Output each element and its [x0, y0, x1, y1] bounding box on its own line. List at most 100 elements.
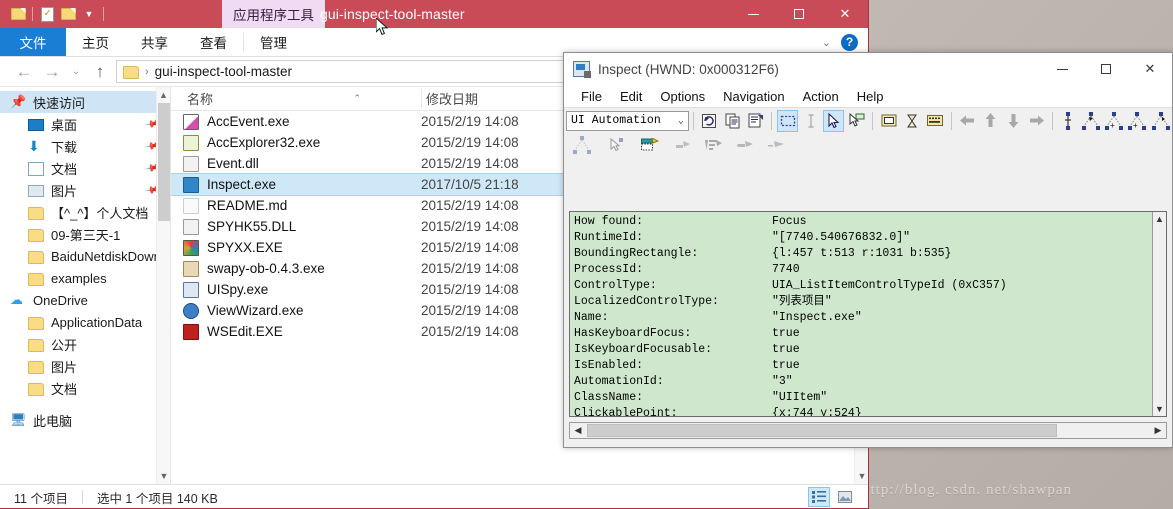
up-arrow-icon[interactable]: ↑: [88, 60, 112, 84]
sidebar-item-onedrive-pictures[interactable]: 图片: [0, 355, 170, 377]
tab-home[interactable]: 主页: [66, 28, 125, 56]
sidebar-item-public[interactable]: 公开: [0, 333, 170, 355]
nav-left-icon[interactable]: [957, 110, 978, 132]
sidebar-item-onedrive-documents[interactable]: 文档: [0, 377, 170, 399]
properties-icon[interactable]: [37, 4, 57, 24]
caret-down-icon[interactable]: ▼: [157, 468, 170, 484]
caret-sel-icon[interactable]: [672, 134, 694, 156]
caret-left-icon[interactable]: ◀: [570, 423, 586, 438]
sidebar-item-quick-access[interactable]: 📌 快速访问: [0, 91, 170, 113]
inspect-window: Inspect (HWND: 0x000312F6) ✕ File Edit O…: [563, 52, 1173, 448]
scrollbar-thumb[interactable]: [587, 424, 1057, 437]
minimize-button[interactable]: [1040, 53, 1084, 85]
maximize-button[interactable]: [776, 0, 822, 28]
menu-item-edit[interactable]: Edit: [611, 89, 651, 104]
inspect-properties-panel[interactable]: How found: Focus RuntimeId: "[7740.5406768…: [569, 211, 1167, 417]
sidebar-item-this-pc[interactable]: 🖥 此电脑: [0, 409, 170, 431]
explorer-titlebar: ▼ 应用程序工具 gui-inspect-tool-master ✕: [0, 0, 868, 28]
back-arrow-icon[interactable]: ←: [12, 60, 36, 84]
sidebar-item-applicationdata[interactable]: ApplicationData: [0, 311, 170, 333]
text-caret-icon[interactable]: [800, 110, 821, 132]
menu-item-help[interactable]: Help: [848, 89, 893, 104]
divider: [103, 7, 104, 21]
window-icon[interactable]: [878, 110, 899, 132]
property-key: How found:: [574, 215, 644, 228]
file-name: ViewWizard.exe: [207, 303, 304, 318]
tab-file[interactable]: 文件: [0, 28, 66, 56]
sidebar-item-day3[interactable]: 09-第三天-1: [0, 223, 170, 245]
refresh-icon[interactable]: [699, 110, 720, 132]
scrollbar-thumb[interactable]: [158, 103, 170, 221]
highlight-rect-icon[interactable]: [777, 109, 799, 132]
caret-down-icon[interactable]: ▼: [1153, 402, 1166, 416]
caret-up-icon[interactable]: ▲: [157, 87, 170, 103]
caret-right-icon[interactable]: ▶: [1150, 423, 1166, 438]
nav-down-icon[interactable]: [1003, 110, 1024, 132]
tab-share[interactable]: 共享: [125, 28, 184, 56]
caret-down-icon[interactable]: ▼: [855, 468, 868, 484]
sidebar-item-label: 文档: [51, 161, 78, 177]
cursor-element-icon[interactable]: [606, 134, 628, 156]
copy-all-icon[interactable]: [745, 110, 766, 132]
sidebar-item-documents[interactable]: 文档 📌: [0, 157, 170, 179]
sidebar-item-label: BaiduNetdiskDownl: [51, 248, 164, 264]
caret-up-icon[interactable]: ▲: [1153, 212, 1166, 226]
menu-item-options[interactable]: Options: [651, 89, 714, 104]
nav-up-icon[interactable]: [980, 110, 1001, 132]
forward-arrow-icon[interactable]: →: [40, 60, 64, 84]
tree-first-child-icon[interactable]: +: [1104, 110, 1125, 132]
sidebar-item-desktop[interactable]: 桌面 📌: [0, 113, 170, 135]
copy-icon[interactable]: [722, 110, 743, 132]
tree-prev-sibling-icon[interactable]: [1150, 110, 1171, 132]
tree-next-sibling-icon[interactable]: +: [1127, 110, 1148, 132]
sidebar-item-onedrive[interactable]: ☁ OneDrive: [0, 289, 170, 311]
mode-select[interactable]: UI Automation ⌄: [566, 110, 689, 131]
focus-tracking-icon[interactable]: [846, 110, 867, 132]
inspect-app-icon: [573, 61, 591, 78]
sidebar-item-examples[interactable]: examples: [0, 267, 170, 289]
tab-view[interactable]: 查看: [184, 28, 243, 56]
customize-caret-icon[interactable]: ▼: [79, 4, 99, 24]
remove-icon[interactable]: [765, 134, 787, 156]
file-date: 2015/2/19 14:08: [421, 282, 519, 297]
keyboard-icon[interactable]: [925, 110, 946, 132]
divider: [692, 111, 694, 130]
inspect-vertical-scrollbar[interactable]: ▲ ▼: [1152, 212, 1166, 416]
chevron-down-icon[interactable]: ⌄: [822, 36, 831, 49]
cursor-select-icon[interactable]: [823, 109, 845, 132]
recent-locations-icon[interactable]: ⌄: [68, 60, 84, 84]
close-button[interactable]: ✕: [1128, 53, 1172, 85]
tree-last-child-icon[interactable]: [571, 134, 593, 156]
new-folder-icon[interactable]: [58, 4, 78, 24]
sidebar-item-pictures[interactable]: 图片 📌: [0, 179, 170, 201]
inspect-horizontal-scrollbar[interactable]: ◀ ▶: [569, 422, 1167, 439]
sidebar-item-downloads[interactable]: ⬇ 下载 📌: [0, 135, 170, 157]
nav-right-icon[interactable]: [1026, 110, 1047, 132]
sidebar-item-baidunetdisk[interactable]: BaiduNetdiskDownl: [0, 245, 170, 267]
close-button[interactable]: ✕: [822, 0, 868, 28]
file-date: 2015/2/19 14:08: [421, 219, 519, 234]
sidebar-item-personal-docs[interactable]: 【^_^】个人文档: [0, 201, 170, 223]
navigation-pane-scrollbar[interactable]: ▲ ▼: [156, 87, 170, 484]
tree-parent-icon[interactable]: [1081, 110, 1102, 132]
details-view-icon[interactable]: [808, 487, 830, 507]
menu-item-file[interactable]: File: [572, 89, 611, 104]
property-key: IsKeyboardFocusable:: [574, 343, 713, 356]
folder-icon[interactable]: [8, 4, 28, 24]
menu-item-action[interactable]: Action: [794, 89, 848, 104]
large-icons-view-icon[interactable]: [834, 487, 856, 507]
hourglass-icon[interactable]: [901, 110, 922, 132]
property-value: {l:457 t:513 r:1031 b:535}: [772, 247, 952, 260]
maximize-button[interactable]: [1084, 53, 1128, 85]
tree-root-icon[interactable]: [1058, 110, 1079, 132]
column-header-name[interactable]: 名称 ⌃: [171, 89, 421, 108]
column-header-date[interactable]: 修改日期: [421, 89, 478, 108]
help-icon[interactable]: ?: [841, 33, 858, 51]
sort-icon[interactable]: [703, 134, 725, 156]
tab-manage[interactable]: 管理: [244, 28, 303, 56]
insert-icon[interactable]: +: [734, 134, 756, 156]
minimize-button[interactable]: [730, 0, 776, 28]
menu-item-navigation[interactable]: Navigation: [714, 89, 793, 104]
contextual-tab-application-tools[interactable]: 应用程序工具: [222, 0, 325, 28]
keyboard-focus-icon[interactable]: [639, 134, 661, 156]
